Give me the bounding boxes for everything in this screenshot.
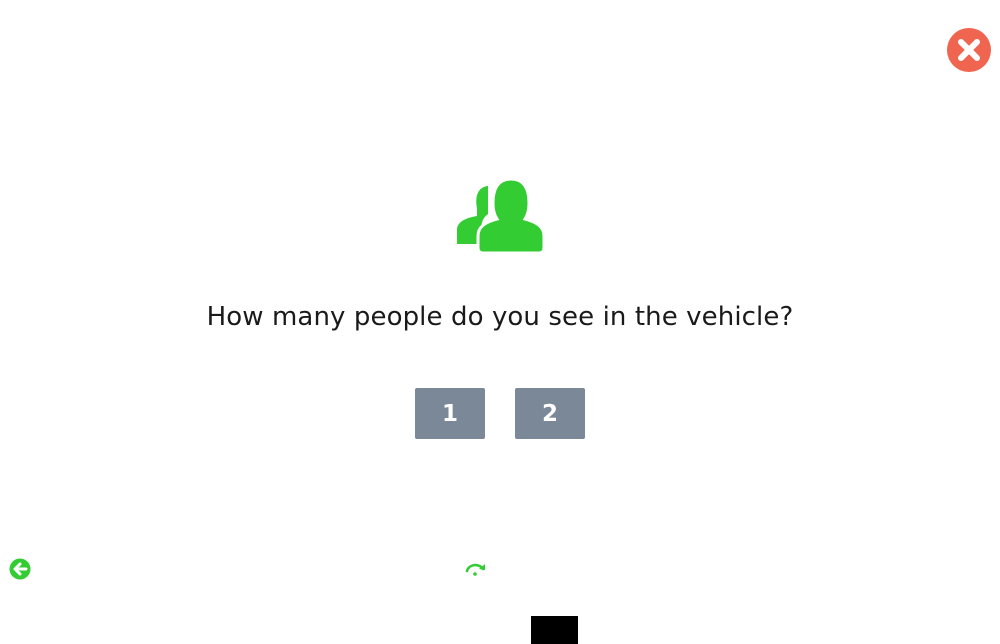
answer-button-1[interactable]: 1: [415, 388, 485, 439]
redo-icon: [465, 563, 485, 576]
answer-options: 1 2: [415, 388, 585, 439]
question-text: How many people do you see in the vehicl…: [206, 302, 794, 332]
close-button[interactable]: [947, 28, 991, 72]
black-block: [531, 616, 578, 644]
people-icon: [455, 177, 546, 255]
redo-button[interactable]: [464, 560, 488, 578]
close-icon: [947, 28, 991, 72]
answer-button-2[interactable]: 2: [515, 388, 585, 439]
back-button[interactable]: [9, 558, 31, 580]
arrow-left-circle-icon: [9, 558, 31, 580]
